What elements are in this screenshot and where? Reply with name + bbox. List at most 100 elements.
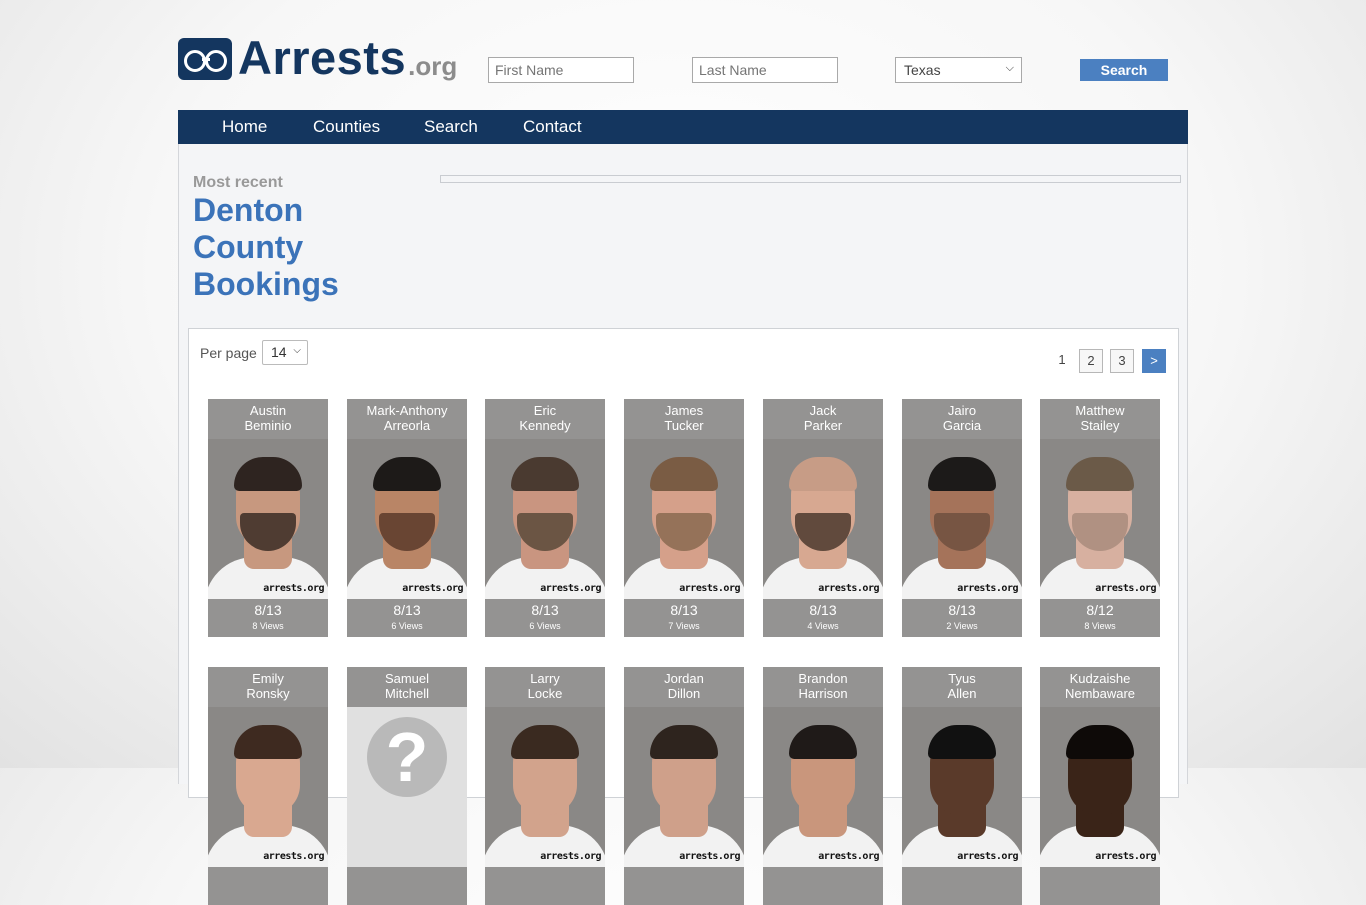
booking-card[interactable]: Kudzaishe Nembaware arrests.org bbox=[1040, 667, 1160, 905]
watermark-text: arrests.org bbox=[957, 851, 1018, 862]
booking-card[interactable]: Emily Ronsky arrests.org bbox=[208, 667, 328, 905]
search-button[interactable]: Search bbox=[1080, 59, 1168, 81]
first-name: Eric bbox=[533, 403, 557, 418]
mugshot-photo[interactable]: arrests.org bbox=[1040, 707, 1160, 867]
mugshot-photo[interactable]: arrests.org bbox=[347, 439, 467, 599]
booking-name: Brandon Harrison bbox=[763, 671, 883, 701]
watermark-text: arrests.org bbox=[1095, 583, 1156, 594]
booking-card[interactable]: Jack Parker arrests.org 8/13 4 Views bbox=[763, 399, 883, 637]
watermark-text: arrests.org bbox=[540, 583, 601, 594]
watermark-text: arrests.org bbox=[540, 851, 601, 862]
first-name: James bbox=[664, 403, 704, 418]
bookings-listing: Per page 14 ⌵ 1 2 3 > Austin Beminio arres… bbox=[188, 328, 1179, 905]
last-name: Locke bbox=[527, 686, 563, 701]
nav-item-contact[interactable]: Contact bbox=[523, 110, 582, 144]
booking-card[interactable]: Samuel Mitchell? bbox=[347, 667, 467, 905]
next-page-button[interactable]: > bbox=[1142, 349, 1166, 373]
site-logo[interactable]: Arrests .org bbox=[178, 31, 458, 84]
first-name: Samuel bbox=[384, 671, 430, 686]
handcuffs-icon bbox=[178, 38, 232, 80]
page-2-link[interactable]: 2 bbox=[1079, 349, 1103, 373]
booking-card[interactable]: Austin Beminio arrests.org 8/13 8 Views bbox=[208, 399, 328, 637]
placeholder-mugshot-icon[interactable]: ? bbox=[347, 707, 467, 867]
booking-date: 8/13 bbox=[531, 602, 559, 618]
booking-card[interactable]: Matthew Stailey arrests.org 8/12 8 Views bbox=[1040, 399, 1160, 637]
watermark-text: arrests.org bbox=[818, 583, 879, 594]
booking-date: 8/13 bbox=[670, 602, 698, 618]
booking-card[interactable]: Jordan Dillon arrests.org bbox=[624, 667, 744, 905]
booking-name: Matthew Stailey bbox=[1040, 403, 1160, 433]
last-name-input[interactable] bbox=[692, 57, 838, 83]
first-name: Kudzaishe bbox=[1069, 671, 1131, 686]
page-1: 1 bbox=[1058, 352, 1066, 367]
watermark-text: arrests.org bbox=[679, 583, 740, 594]
mugshot-photo[interactable]: arrests.org bbox=[485, 439, 605, 599]
first-name: Matthew bbox=[1075, 403, 1125, 418]
first-name-input[interactable] bbox=[488, 57, 634, 83]
mugshot-photo[interactable]: arrests.org bbox=[485, 707, 605, 867]
first-name: Tyus bbox=[948, 671, 976, 686]
view-count: 7 Views bbox=[668, 621, 700, 631]
booking-name: Larry Locke bbox=[485, 671, 605, 701]
page-title-word: Bookings bbox=[193, 266, 339, 302]
booking-card[interactable]: Jairo Garcia arrests.org 8/13 2 Views bbox=[902, 399, 1022, 637]
booking-name: Tyus Allen bbox=[902, 671, 1022, 701]
mugshot-photo[interactable]: arrests.org bbox=[624, 439, 744, 599]
booking-card[interactable]: Mark-Anthony Arreorla arrests.org 8/13 6 Vie… bbox=[347, 399, 467, 637]
mugshot-photo[interactable]: arrests.org bbox=[902, 707, 1022, 867]
logo-domain: .org bbox=[408, 51, 458, 81]
first-name: Jairo bbox=[947, 403, 977, 418]
booking-name: Jairo Garcia bbox=[902, 403, 1022, 433]
first-name: Mark-Anthony bbox=[366, 403, 448, 418]
mugshot-photo[interactable]: arrests.org bbox=[208, 439, 328, 599]
mugshot-photo[interactable]: arrests.org bbox=[763, 439, 883, 599]
last-name: Parker bbox=[803, 418, 843, 433]
last-name: Allen bbox=[947, 686, 977, 701]
last-name: Stailey bbox=[1080, 418, 1120, 433]
page-3-link[interactable]: 3 bbox=[1110, 349, 1134, 373]
mugshot-photo[interactable]: arrests.org bbox=[902, 439, 1022, 599]
view-count: 8 Views bbox=[1084, 621, 1116, 631]
booking-date: 8/12 bbox=[1086, 602, 1114, 618]
view-count: 4 Views bbox=[807, 621, 839, 631]
last-name: Nembaware bbox=[1064, 686, 1136, 701]
nav-item-home[interactable]: Home bbox=[222, 110, 267, 144]
mugshot-photo[interactable]: arrests.org bbox=[1040, 439, 1160, 599]
watermark-text: arrests.org bbox=[263, 583, 324, 594]
first-name: Jordan bbox=[664, 671, 704, 686]
last-name: Beminio bbox=[244, 418, 292, 433]
page-kicker: Most recent bbox=[193, 174, 283, 191]
mugshot-photo[interactable]: arrests.org bbox=[624, 707, 744, 867]
booking-date: 8/13 bbox=[393, 602, 421, 618]
last-name: Arreorla bbox=[383, 418, 431, 433]
mugshot-photo[interactable]: arrests.org bbox=[208, 707, 328, 867]
view-count: 6 Views bbox=[391, 621, 423, 631]
logo-text: Arrests bbox=[238, 31, 407, 84]
first-name: Austin bbox=[249, 403, 287, 418]
page-title-word: Denton bbox=[193, 192, 304, 228]
state-select[interactable]: Texas ⌵ bbox=[895, 57, 1022, 83]
booking-card[interactable]: James Tucker arrests.org 8/13 7 Views bbox=[624, 399, 744, 637]
last-name: Tucker bbox=[664, 418, 704, 433]
per-page-select[interactable]: 14 ⌵ bbox=[262, 340, 308, 365]
per-page-label: Per page bbox=[200, 345, 257, 361]
booking-card[interactable]: Larry Locke arrests.org bbox=[485, 667, 605, 905]
watermark-text: arrests.org bbox=[402, 583, 463, 594]
nav-item-counties[interactable]: Counties bbox=[313, 110, 380, 144]
booking-date: 8/13 bbox=[809, 602, 837, 618]
chevron-down-icon: ⌵ bbox=[1005, 62, 1014, 74]
mugshot-photo[interactable]: arrests.org bbox=[763, 707, 883, 867]
watermark-text: arrests.org bbox=[679, 851, 740, 862]
nav-item-search[interactable]: Search bbox=[424, 110, 478, 144]
booking-card[interactable]: Eric Kennedy arrests.org 8/13 6 Views bbox=[485, 399, 605, 637]
booking-name: Eric Kennedy bbox=[485, 403, 605, 433]
main-content: Most recent Denton County Bookings Per pag… bbox=[178, 144, 1188, 905]
booking-card[interactable]: Tyus Allen arrests.org bbox=[902, 667, 1022, 905]
booking-name: Samuel Mitchell bbox=[347, 671, 467, 701]
page-title-word: County bbox=[193, 229, 304, 265]
ad-container bbox=[440, 175, 1181, 183]
last-name: Ronsky bbox=[246, 686, 290, 701]
chevron-down-icon: ⌵ bbox=[293, 345, 301, 356]
first-name: Larry bbox=[530, 671, 560, 686]
booking-card[interactable]: Brandon Harrison arrests.org bbox=[763, 667, 883, 905]
